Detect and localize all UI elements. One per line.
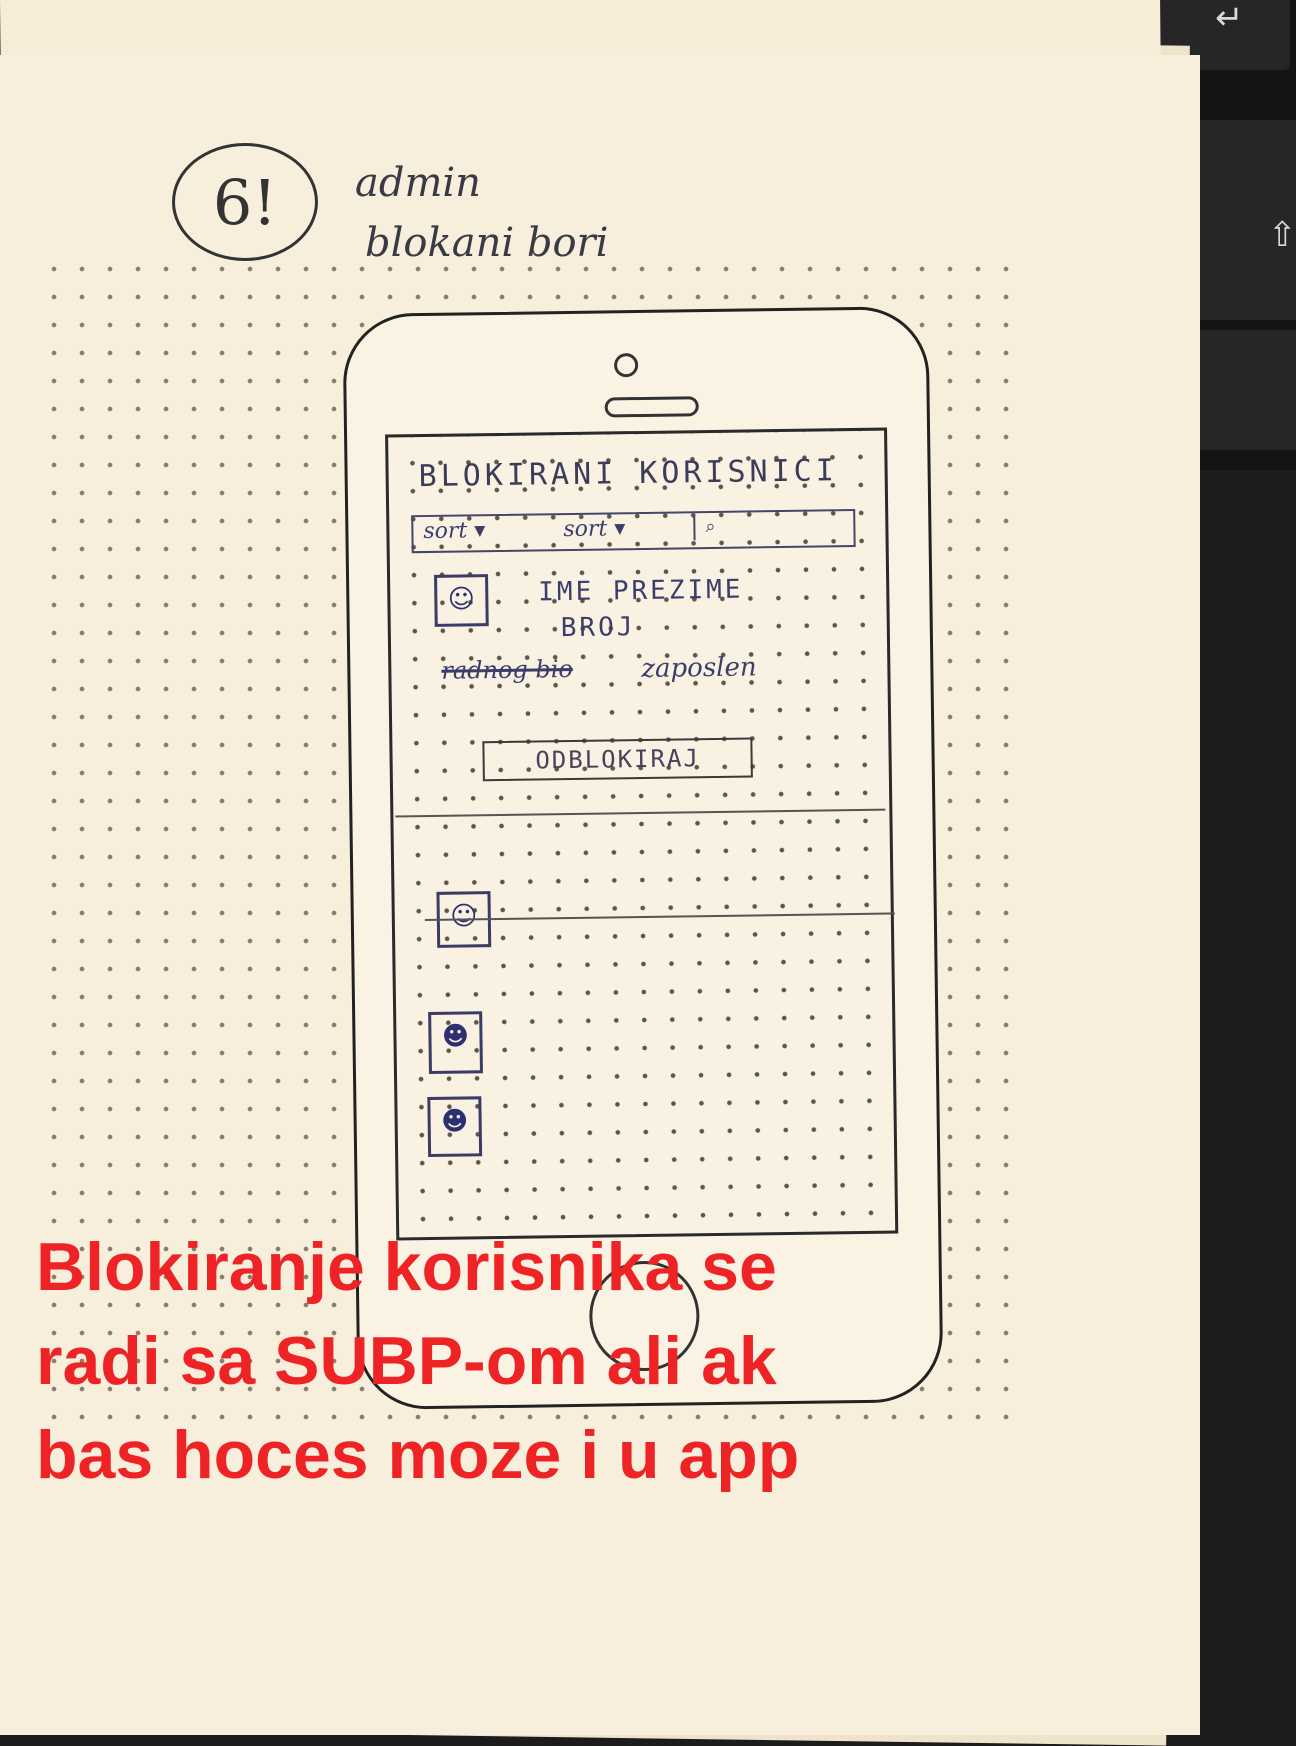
- filter-bar: sort ▾ sort ▾ ⌕: [411, 509, 856, 554]
- search-input[interactable]: ⌕: [693, 514, 846, 541]
- caption-line: radi sa SUBP-om ali ak: [36, 1323, 777, 1399]
- camera-icon: [613, 353, 639, 378]
- speaker-icon: [604, 396, 699, 418]
- avatar: ☻: [427, 1096, 483, 1158]
- phone-screen: BLOKIRANI KORISNICI sort ▾ sort ▾ ⌕ ☺ IM…: [385, 427, 899, 1241]
- avatar: ☻: [428, 1011, 483, 1075]
- struck-text: radnog bio: [441, 654, 574, 685]
- caption-line: bas hoces moze i u app: [36, 1417, 800, 1493]
- enter-icon: ↵: [1215, 0, 1244, 38]
- shift-icon: ⇧: [1268, 215, 1296, 255]
- user-name: IME PREZIME: [538, 574, 744, 608]
- avatar: ☺: [434, 574, 489, 627]
- search-icon: ⌕: [705, 515, 716, 538]
- user-status: zaposlen: [641, 652, 757, 685]
- sheet-number: 6!: [172, 143, 318, 261]
- divider: [424, 912, 895, 922]
- sketch-note: blokani bori: [365, 220, 609, 266]
- caption-line: Blokiranje korisnika se: [36, 1229, 777, 1305]
- caption-text: Blokiranje korisnika se radi sa SUBP-om …: [36, 1220, 936, 1502]
- sort-dropdown[interactable]: sort ▾: [563, 516, 625, 542]
- sort-dropdown[interactable]: sort ▾: [423, 518, 485, 544]
- divider: [395, 808, 886, 818]
- sketch-note: admin: [355, 160, 481, 206]
- user-number: BROJ: [560, 612, 636, 644]
- unblock-button[interactable]: ODBLOKIRAJ: [482, 737, 753, 782]
- screen-title: BLOKIRANI KORISNICI: [418, 453, 839, 495]
- sketch-paper: 6! admin blokani bori BLOKIRANI KORISNIC…: [0, 55, 1200, 1735]
